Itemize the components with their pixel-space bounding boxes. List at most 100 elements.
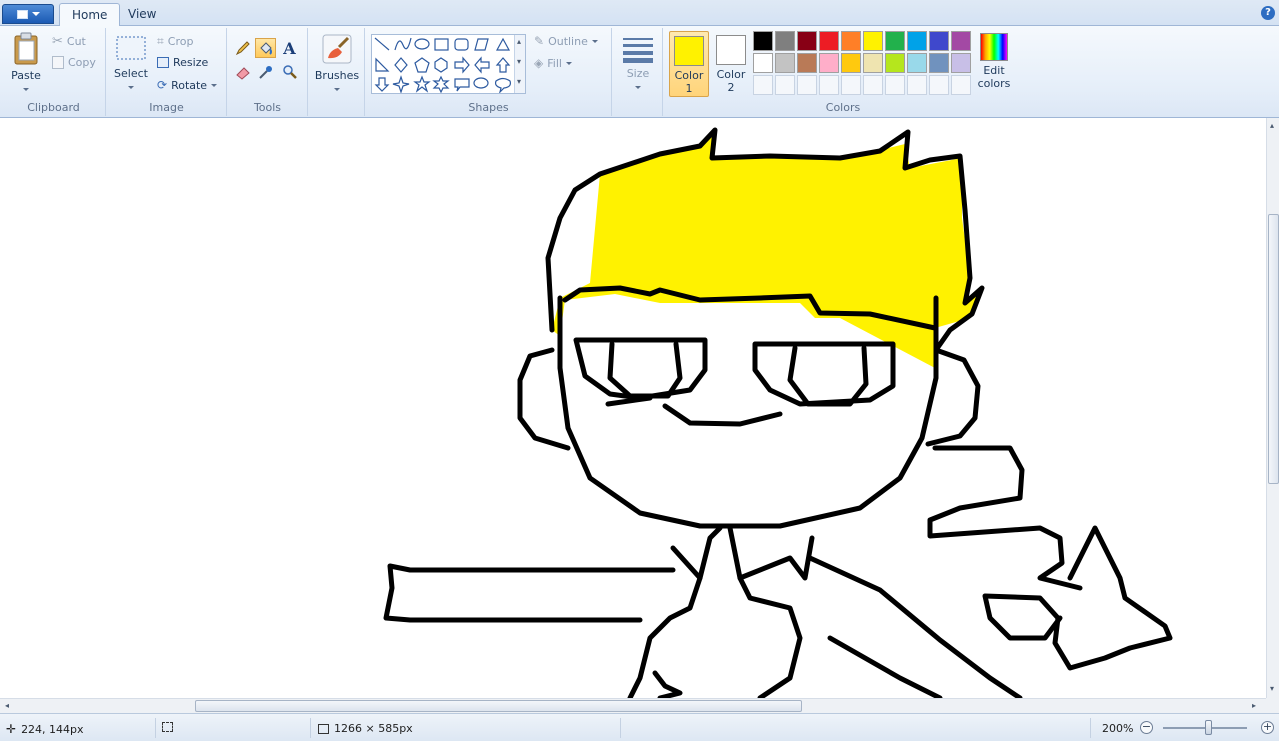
select-rectangle-icon — [116, 36, 146, 60]
status-divider — [620, 718, 621, 738]
palette-empty-swatch[interactable] — [753, 75, 773, 95]
tab-view[interactable]: View — [116, 3, 168, 26]
edit-colors-button[interactable]: Edit colors — [976, 31, 1012, 90]
palette-swatch[interactable] — [775, 31, 795, 51]
help-icon[interactable]: ? — [1261, 6, 1275, 20]
palette-empty-swatch[interactable] — [885, 75, 905, 95]
fill-button[interactable]: ◈ Fill — [534, 56, 572, 70]
palette-swatch[interactable] — [863, 31, 883, 51]
shapes-scroll-down-icon[interactable]: ▾ — [517, 57, 521, 66]
color-palette — [753, 31, 971, 95]
palette-empty-swatch[interactable] — [775, 75, 795, 95]
tab-home[interactable]: Home — [59, 3, 121, 27]
tools-group-label: Tools — [253, 101, 282, 114]
select-dropdown-icon[interactable] — [128, 85, 134, 89]
ribbon: Paste ✂ Cut Copy Clipboard Select ⌗ Crop… — [0, 26, 1279, 118]
pencil-button[interactable] — [232, 38, 253, 58]
edit-colors-label-2: colors — [977, 77, 1011, 90]
magnifier-icon — [282, 65, 297, 79]
palette-empty-swatch[interactable] — [841, 75, 861, 95]
copy-button[interactable]: Copy — [52, 56, 96, 69]
palette-swatch[interactable] — [863, 53, 883, 73]
zoom-out-button[interactable]: − — [1140, 721, 1153, 734]
shapes-expand-icon[interactable]: ▾ — [517, 77, 521, 86]
shapes-scroll-up-icon[interactable]: ▴ — [517, 37, 521, 46]
select-label: Select — [114, 67, 148, 80]
vertical-scroll-thumb[interactable] — [1268, 214, 1279, 484]
paste-button[interactable]: Paste — [8, 32, 44, 95]
left-lash — [605, 395, 653, 407]
magnifier-button[interactable] — [279, 62, 300, 82]
eraser-button[interactable] — [232, 62, 253, 82]
scroll-down-icon[interactable]: ▾ — [1270, 684, 1274, 693]
color-picker-button[interactable] — [255, 62, 276, 82]
drawing-canvas[interactable] — [0, 118, 1266, 698]
color2-number: 2 — [727, 81, 735, 94]
palette-swatch[interactable] — [753, 53, 773, 73]
cut-button[interactable]: ✂ Cut — [52, 34, 86, 49]
braid — [927, 445, 1083, 591]
palette-swatch[interactable] — [819, 31, 839, 51]
palette-swatch[interactable] — [929, 53, 949, 73]
horizontal-scrollbar[interactable]: ◂ ▸ — [0, 698, 1266, 713]
brushes-button[interactable]: Brushes — [313, 32, 361, 95]
image-group-label: Image — [149, 101, 184, 114]
colors-group-label: Colors — [825, 101, 861, 114]
color-spectrum-icon — [980, 33, 1008, 61]
select-button[interactable]: Select — [113, 34, 149, 93]
fill-bucket-button[interactable] — [255, 38, 276, 58]
status-divider — [155, 718, 156, 738]
palette-swatch[interactable] — [819, 53, 839, 73]
color1-button[interactable]: Color 1 — [669, 31, 709, 97]
crop-button[interactable]: ⌗ Crop — [157, 34, 193, 49]
palette-swatch[interactable] — [951, 31, 971, 51]
crosshair-icon: ✛ — [6, 722, 17, 736]
rotate-button[interactable]: ⟳ Rotate — [157, 78, 218, 92]
canvas-workspace[interactable] — [0, 118, 1266, 698]
scroll-left-icon[interactable]: ◂ — [5, 701, 9, 710]
brush-icon — [322, 34, 352, 64]
zoom-in-button[interactable]: + — [1261, 721, 1274, 734]
palette-swatch[interactable] — [929, 31, 949, 51]
application-menu-button[interactable] — [2, 4, 54, 24]
status-bar: ✛ 224, 144px 1266 × 585px 200% − + — [0, 713, 1279, 741]
outline-label: Outline — [548, 34, 588, 48]
palette-swatch[interactable] — [907, 31, 927, 51]
palette-swatch[interactable] — [775, 53, 795, 73]
color1-swatch — [674, 36, 704, 66]
scroll-up-icon[interactable]: ▴ — [1270, 121, 1274, 130]
horizontal-scroll-thumb[interactable] — [195, 700, 802, 712]
palette-swatch[interactable] — [841, 53, 861, 73]
palette-swatch[interactable] — [797, 53, 817, 73]
text-tool-button[interactable]: A — [279, 38, 300, 58]
outline-button[interactable]: ✎ Outline — [534, 34, 598, 48]
scroll-right-icon[interactable]: ▸ — [1252, 701, 1256, 710]
palette-empty-swatch[interactable] — [863, 75, 883, 95]
palette-swatch[interactable] — [907, 53, 927, 73]
palette-swatch[interactable] — [951, 53, 971, 73]
fill-label: Fill — [547, 56, 562, 70]
brushes-group: Brushes — [309, 28, 365, 116]
vertical-scrollbar[interactable]: ▴ ▾ — [1266, 118, 1279, 698]
selection-icon — [162, 722, 173, 732]
color2-button[interactable]: Color 2 — [711, 31, 751, 97]
color2-swatch — [716, 35, 746, 65]
collar-left — [670, 525, 723, 581]
palette-empty-swatch[interactable] — [907, 75, 927, 95]
shapes-gallery-scrollbar[interactable]: ▴ ▾ ▾ — [514, 35, 525, 93]
palette-swatch[interactable] — [885, 31, 905, 51]
palette-empty-swatch[interactable] — [929, 75, 949, 95]
size-button[interactable]: Size — [617, 34, 659, 93]
palette-empty-swatch[interactable] — [797, 75, 817, 95]
palette-swatch[interactable] — [753, 31, 773, 51]
palette-swatch[interactable] — [797, 31, 817, 51]
shapes-gallery[interactable]: ▴ ▾ ▾ — [371, 34, 526, 94]
paste-dropdown-icon[interactable] — [23, 87, 29, 91]
zoom-slider-thumb[interactable] — [1205, 720, 1213, 735]
palette-empty-swatch[interactable] — [819, 75, 839, 95]
palette-swatch[interactable] — [885, 53, 905, 73]
palette-swatch[interactable] — [841, 31, 861, 51]
resize-button[interactable]: Resize — [157, 56, 208, 69]
palette-empty-swatch[interactable] — [951, 75, 971, 95]
cursor-position-text: 224, 144px — [21, 722, 84, 736]
